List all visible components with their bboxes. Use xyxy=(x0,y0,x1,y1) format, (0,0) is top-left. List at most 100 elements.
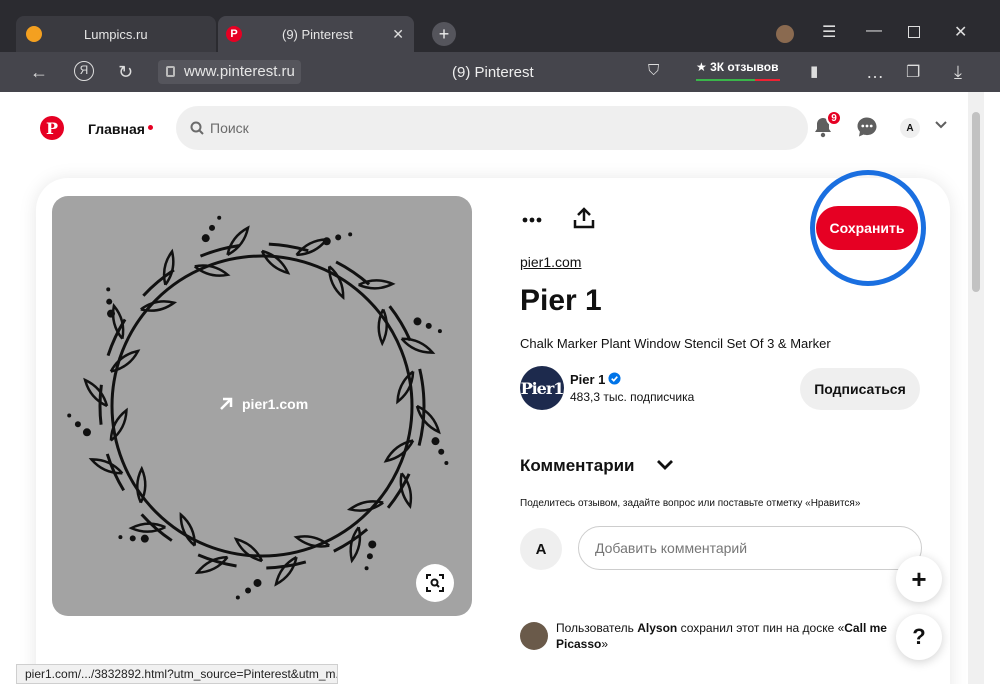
follower-count: 483,3 тыс. подписчика xyxy=(570,390,695,404)
comments-heading[interactable]: Комментарии xyxy=(520,456,634,476)
yandex-icon[interactable]: Я xyxy=(74,61,94,81)
url-field[interactable]: www.pinterest.ru xyxy=(158,60,301,84)
wreath-berry xyxy=(438,448,445,455)
wreath-berry xyxy=(431,437,440,446)
reviews-badge[interactable]: ★ 3К отзывов xyxy=(696,60,778,74)
wreath-berry xyxy=(129,535,136,542)
close-window-icon[interactable]: ✕ xyxy=(954,22,967,42)
wreath-berry xyxy=(245,587,252,594)
lumpics-favicon-icon xyxy=(26,26,42,42)
wreath-berry xyxy=(82,428,91,437)
reload-icon[interactable]: ↻ xyxy=(118,62,133,83)
more-icon[interactable]: … xyxy=(866,62,884,83)
activity-text: Пользователь Alyson сохранил этот пин на… xyxy=(556,620,916,652)
wreath-leaf xyxy=(383,439,415,463)
messages-icon[interactable] xyxy=(856,116,878,138)
home-notification-dot xyxy=(148,125,153,130)
wreath-berry xyxy=(201,234,210,243)
save-button[interactable]: Сохранить xyxy=(816,206,918,250)
status-url-bar: pier1.com/.../3832892.html?utm_source=Pi… xyxy=(16,664,338,684)
home-link[interactable]: Главная xyxy=(88,121,145,137)
menu-icon[interactable]: ☰ xyxy=(822,22,836,42)
minimize-icon[interactable]: — xyxy=(866,22,882,40)
wreath-leaf xyxy=(377,308,388,347)
create-button[interactable]: + xyxy=(896,556,942,602)
page-title: (9) Pinterest xyxy=(452,64,534,81)
help-button[interactable]: ? xyxy=(896,614,942,660)
brand-avatar[interactable]: Pier1 xyxy=(520,366,564,410)
brand-name[interactable]: Pier 1 xyxy=(570,372,605,387)
wreath-leaf xyxy=(295,237,330,257)
comments-hint: Поделитесь отзывом, задайте вопрос или п… xyxy=(520,498,861,509)
wreath-leaf xyxy=(260,249,291,275)
tab-title: Lumpics.ru xyxy=(84,26,148,42)
close-tab-icon[interactable]: ✕ xyxy=(392,26,404,43)
wreath-leaf xyxy=(111,302,125,340)
follow-button[interactable]: Подписаться xyxy=(800,368,920,410)
wreath-leaf xyxy=(274,556,298,587)
address-bar: ← Я ↻ www.pinterest.ru (9) Pinterest ⛉ ★… xyxy=(0,52,1000,92)
search-bar[interactable] xyxy=(176,106,808,150)
protect-icon[interactable]: ⛉ xyxy=(648,62,659,79)
lock-icon xyxy=(166,66,175,77)
wreath-leaf xyxy=(83,377,109,408)
wreath-berry xyxy=(437,329,442,334)
chevron-down-icon[interactable] xyxy=(934,118,948,132)
download-icon[interactable]: ⤓ xyxy=(954,62,962,83)
wreath-leaf xyxy=(346,500,384,512)
wreath-berry xyxy=(335,234,342,241)
saver-avatar[interactable] xyxy=(520,622,548,650)
wreath-leaf xyxy=(415,404,441,435)
pin-image[interactable]: pier1.com xyxy=(52,196,472,616)
pin-title: Pier 1 xyxy=(520,284,602,317)
collections-icon[interactable]: ❐ xyxy=(906,62,920,82)
pin-description: Chalk Marker Plant Window Stencil Set Of… xyxy=(520,336,831,351)
wreath-berry xyxy=(366,553,373,560)
wreath-leaf xyxy=(128,522,166,533)
account-avatar[interactable]: A xyxy=(900,118,920,138)
user-avatar[interactable]: A xyxy=(520,528,562,570)
comment-input[interactable] xyxy=(578,526,922,570)
image-source-text: pier1.com xyxy=(242,396,309,412)
wreath-leaf xyxy=(328,265,345,301)
wreath-leaf xyxy=(193,264,231,277)
arrow-up-right-icon xyxy=(220,397,233,410)
tab-lumpics[interactable]: Lumpics.ru xyxy=(16,16,216,52)
activity-user[interactable]: Alyson xyxy=(637,621,677,635)
wreath-berry xyxy=(413,317,422,326)
bookmark-icon[interactable]: ▮ xyxy=(810,62,818,80)
chevron-down-icon[interactable] xyxy=(656,456,674,474)
activity-middle: сохранил этот пин на доске « xyxy=(677,621,845,635)
pinterest-favicon-icon: P xyxy=(226,26,242,42)
share-icon[interactable] xyxy=(572,206,596,230)
wreath-leaf xyxy=(400,337,436,354)
more-options-icon[interactable] xyxy=(520,208,544,232)
tab-title: (9) Pinterest xyxy=(282,26,353,42)
wreath-berry xyxy=(106,287,111,292)
tab-pinterest[interactable]: P (9) Pinterest ✕ xyxy=(218,16,414,52)
source-link[interactable]: pier1.com xyxy=(520,254,581,270)
pinterest-logo-icon[interactable]: P xyxy=(40,116,64,140)
visual-search-button[interactable] xyxy=(416,564,454,602)
search-icon xyxy=(190,121,204,135)
wreath-berry xyxy=(235,595,240,600)
lens-icon xyxy=(426,574,444,592)
pin-card: pier1.com Сохранить pier1.com Pier 1 Cha… xyxy=(36,170,950,684)
search-input[interactable] xyxy=(210,106,790,150)
wreath-leaf xyxy=(109,349,141,373)
wreath-berry xyxy=(444,461,449,466)
browser-profile-avatar[interactable] xyxy=(776,25,794,43)
wreath-leaf xyxy=(233,537,264,563)
wreath-leaf xyxy=(194,555,229,575)
scrollbar-thumb[interactable] xyxy=(972,112,980,292)
wreath-berry xyxy=(107,309,116,318)
maximize-icon[interactable] xyxy=(908,26,920,38)
wreath-berry xyxy=(217,215,222,220)
wreath-berry xyxy=(209,224,216,231)
wreath-leaf xyxy=(88,458,124,475)
activity-suffix: » xyxy=(601,637,609,651)
new-tab-button[interactable]: + xyxy=(432,22,456,46)
wreath-leaf xyxy=(140,300,178,312)
back-icon[interactable]: ← xyxy=(30,62,48,83)
image-source-link[interactable]: pier1.com xyxy=(218,396,308,412)
